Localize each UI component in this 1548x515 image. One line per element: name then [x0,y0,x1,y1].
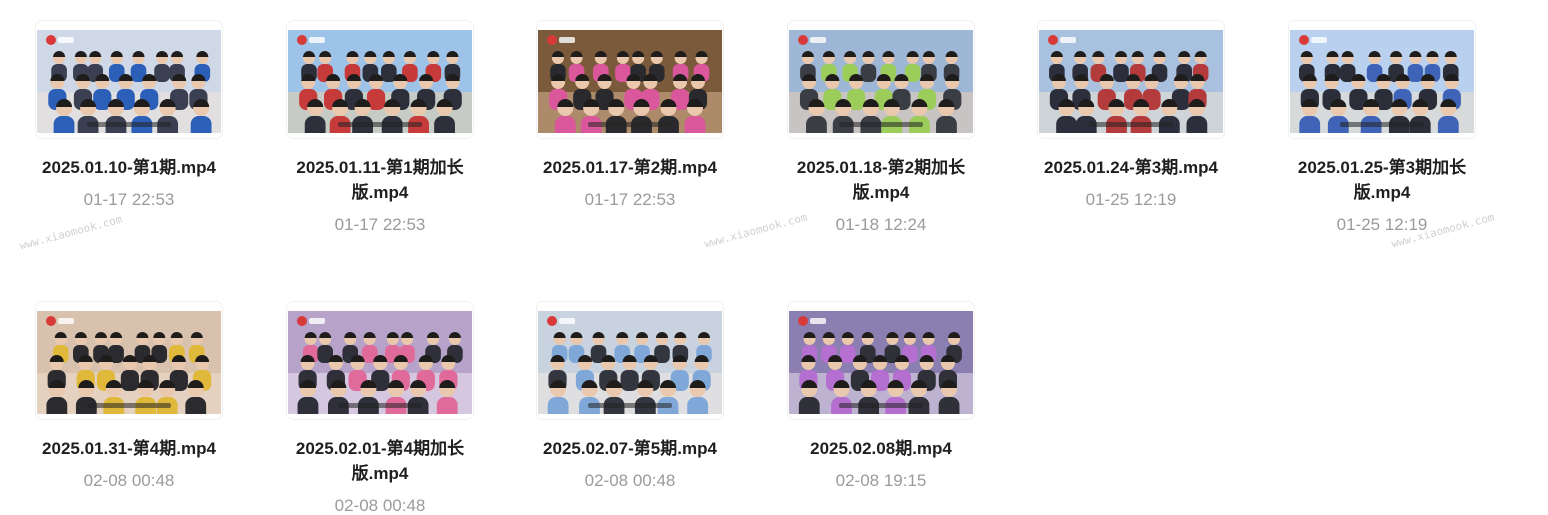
file-browser-page: 2025.01.10-第1期.mp4 01-17 22:53 2025.01.1… [0,0,1548,515]
file-modified-time: 02-08 00:48 [584,471,676,490]
video-thumbnail [37,30,221,133]
video-thumbnail-frame [537,302,723,419]
file-name: 2025.02.08期.mp4 [810,439,952,458]
video-thumbnail-frame [1038,21,1224,138]
file-name: 2025.01.25-第3期加长版.mp4 [1297,158,1467,202]
video-thumbnail [538,30,722,133]
file-name: 2025.01.31-第4期.mp4 [42,439,216,458]
file-name: 2025.01.24-第3期.mp4 [1044,158,1218,177]
file-card[interactable]: 2025.01.17-第2期.mp4 01-17 22:53 [530,21,730,211]
video-thumbnail [37,311,221,414]
file-modified-time: 01-17 22:53 [584,190,676,209]
thumbnail-scene [789,311,973,414]
file-card[interactable]: 2025.02.08期.mp4 02-08 19:15 [781,302,981,492]
video-thumbnail-frame [287,302,473,419]
video-thumbnail [538,311,722,414]
video-thumbnail-frame [1289,21,1475,138]
file-modified-time: 02-08 00:48 [83,471,175,490]
video-thumbnail-frame [537,21,723,138]
video-thumbnail-frame [36,302,222,419]
video-thumbnail [789,311,973,414]
file-name: 2025.01.10-第1期.mp4 [42,158,216,177]
file-grid: 2025.01.10-第1期.mp4 01-17 22:53 2025.01.1… [0,0,1548,515]
file-name: 2025.01.17-第2期.mp4 [543,158,717,177]
file-modified-time: 01-17 22:53 [83,190,175,209]
file-modified-time: 01-25 12:19 [1085,190,1177,209]
thumbnail-scene [288,311,472,414]
thumbnail-scene [538,30,722,133]
file-card[interactable]: 2025.01.25-第3期加长版.mp4 01-25 12:19 [1282,21,1482,236]
thumbnail-scene [37,30,221,133]
file-name: 2025.01.18-第2期加长版.mp4 [796,158,966,202]
file-modified-time: 01-25 12:19 [1336,215,1428,234]
video-thumbnail [288,311,472,414]
thumbnail-scene [288,30,472,133]
thumbnail-scene [37,311,221,414]
thumbnail-scene [1039,30,1223,133]
file-modified-time: 01-17 22:53 [334,215,426,234]
file-modified-time: 02-08 00:48 [334,496,426,515]
file-modified-time: 01-18 12:24 [835,215,927,234]
video-thumbnail-frame [36,21,222,138]
video-thumbnail-frame [788,302,974,419]
thumbnail-scene [1290,30,1474,133]
file-name: 2025.01.11-第1期加长版.mp4 [296,158,464,202]
file-card[interactable]: 2025.01.18-第2期加长版.mp4 01-18 12:24 [781,21,981,236]
file-card[interactable]: 2025.01.24-第3期.mp4 01-25 12:19 [1031,21,1231,211]
video-thumbnail-frame [788,21,974,138]
file-card[interactable]: 2025.01.10-第1期.mp4 01-17 22:53 [29,21,229,211]
video-thumbnail-frame [287,21,473,138]
file-card[interactable]: 2025.02.01-第4期加长版.mp4 02-08 00:48 [280,302,480,515]
thumbnail-scene [538,311,722,414]
video-thumbnail [1039,30,1223,133]
file-name: 2025.02.01-第4期加长版.mp4 [295,439,465,483]
file-card[interactable]: 2025.01.31-第4期.mp4 02-08 00:48 [29,302,229,492]
file-card[interactable]: 2025.02.07-第5期.mp4 02-08 00:48 [530,302,730,492]
video-thumbnail [789,30,973,133]
file-card[interactable]: 2025.01.11-第1期加长版.mp4 01-17 22:53 [280,21,480,236]
video-thumbnail [1290,30,1474,133]
file-modified-time: 02-08 19:15 [835,471,927,490]
file-name: 2025.02.07-第5期.mp4 [543,439,717,458]
video-thumbnail [288,30,472,133]
thumbnail-scene [789,30,973,133]
